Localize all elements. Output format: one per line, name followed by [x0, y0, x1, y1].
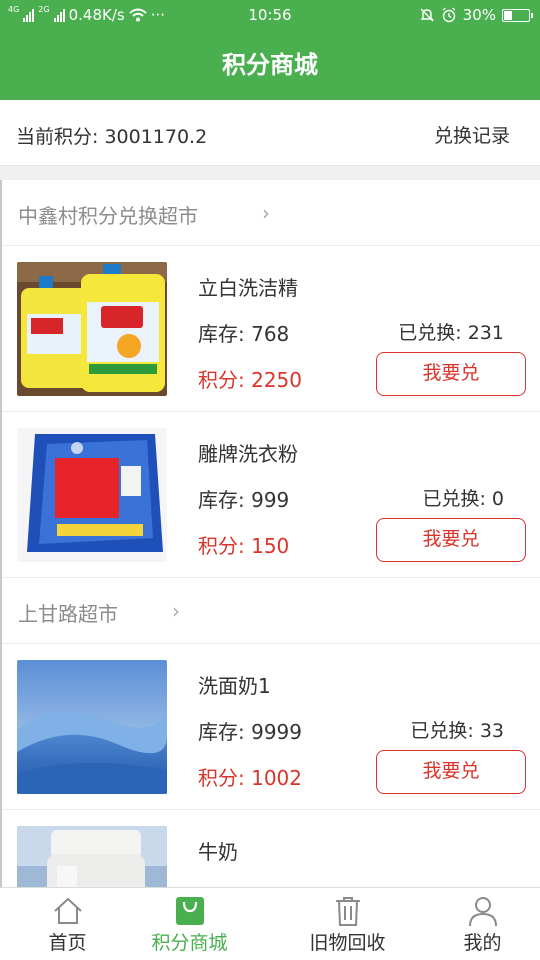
- store-name: 中鑫村积分兑换超市: [18, 204, 198, 228]
- tab-recycle[interactable]: 旧物回收: [280, 888, 415, 960]
- tab-points-mall[interactable]: 积分商城: [122, 888, 257, 960]
- exchanged-count: 已兑换: 231: [398, 322, 504, 344]
- redeem-button[interactable]: 我要兑: [376, 750, 526, 794]
- current-points: 当前积分: 3001170.2: [16, 126, 208, 148]
- tab-label: 首页: [48, 932, 87, 954]
- store-name: 上甘路超市: [18, 602, 118, 626]
- points-price: 积分: 150: [198, 534, 290, 558]
- product-name: 雕牌洗衣粉: [198, 442, 298, 466]
- section-divider: [0, 166, 540, 180]
- product-name: 牛奶: [198, 840, 238, 864]
- shopping-bag-icon: [175, 897, 204, 925]
- product-name: 立白洗洁精: [198, 276, 298, 300]
- tab-label: 旧物回收: [309, 932, 386, 954]
- redeem-button[interactable]: 我要兑: [376, 352, 526, 396]
- product-item[interactable]: 立白洗洁精 库存: 768 已兑换: 231 积分: 2250 我要兑: [2, 246, 540, 412]
- exchanged-count: 已兑换: 0: [422, 488, 504, 510]
- blue-landscape-image: [17, 660, 167, 794]
- store-header[interactable]: 上甘路超市 ›: [2, 578, 540, 644]
- product-item[interactable]: 雕牌洗衣粉 库存: 999 已兑换: 0 积分: 150 我要兑: [2, 412, 540, 578]
- redeem-button[interactable]: 我要兑: [376, 518, 526, 562]
- points-price: 积分: 1002: [198, 766, 302, 790]
- product-name: 洗面奶1: [198, 674, 271, 698]
- exchange-record-link[interactable]: 兑换记录: [434, 121, 510, 148]
- stock-count: 库存: 999: [198, 488, 290, 512]
- status-bar: 4G 2G 0.48K/s ··· 10:56 30%: [0, 0, 540, 30]
- exchanged-count: 已兑换: 33: [410, 720, 504, 742]
- product-item[interactable]: 牛奶: [2, 810, 540, 887]
- product-item[interactable]: 洗面奶1 库存: 9999 已兑换: 33 积分: 1002 我要兑: [2, 644, 540, 810]
- person-icon: [468, 897, 497, 927]
- stock-count: 库存: 768: [198, 322, 290, 346]
- alarm-clock-icon: [442, 7, 456, 23]
- home-icon: [53, 897, 82, 924]
- tab-label: 我的: [463, 932, 502, 954]
- chevron-right-icon: ›: [262, 201, 270, 225]
- tab-mine[interactable]: 我的: [415, 888, 540, 960]
- mute-bell-icon: [419, 8, 434, 22]
- points-price: 积分: 2250: [198, 368, 302, 392]
- dish-soap-image: [17, 262, 167, 396]
- battery-level: [504, 10, 512, 20]
- points-bar: 当前积分: 3001170.2 兑换记录: [0, 100, 540, 166]
- chevron-right-icon: ›: [172, 599, 180, 623]
- store-header[interactable]: 中鑫村积分兑换超市 ›: [2, 180, 540, 246]
- product-list[interactable]: 中鑫村积分兑换超市 › 立白洗洁精 库存: 768 已兑换: 231 积分: 2…: [0, 180, 540, 887]
- bottom-tab-bar: 首页 积分商城 旧物回收 我的: [0, 887, 540, 960]
- trash-can-icon: [335, 897, 360, 926]
- milk-jar-image: [17, 826, 167, 887]
- tab-home[interactable]: 首页: [0, 888, 135, 960]
- tab-label: 积分商城: [151, 932, 228, 954]
- battery-percent: 30%: [462, 6, 496, 24]
- battery-icon: [502, 8, 533, 22]
- laundry-powder-image: [17, 428, 167, 562]
- page-title: 积分商城: [0, 30, 540, 100]
- stock-count: 库存: 9999: [198, 720, 302, 744]
- status-right: 30%: [419, 6, 533, 24]
